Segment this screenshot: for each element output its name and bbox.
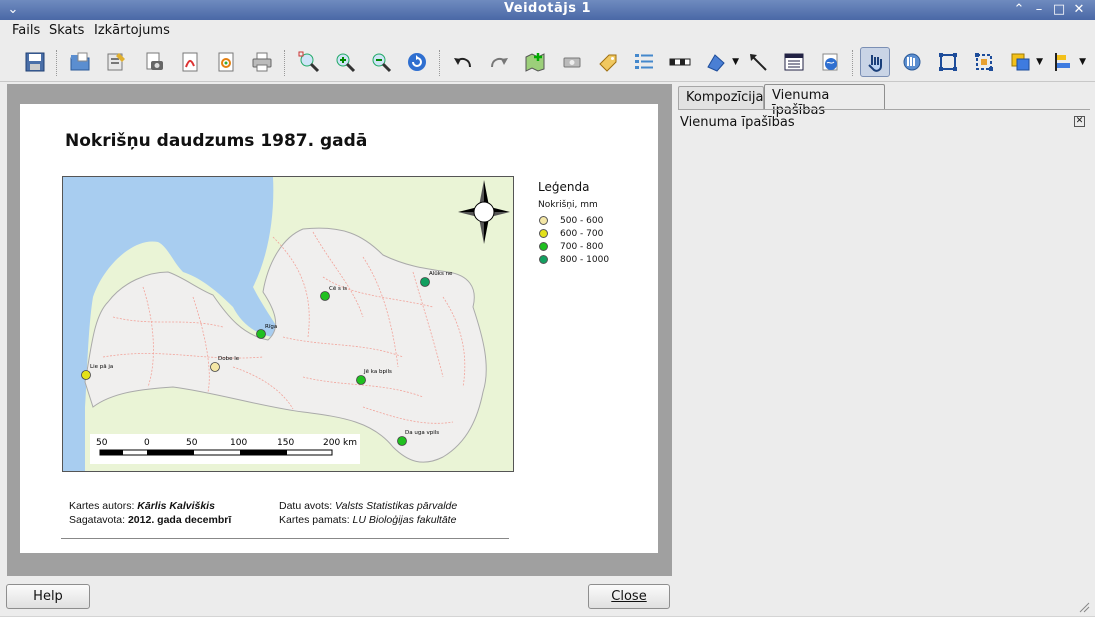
scale-tick: 100 bbox=[230, 438, 247, 448]
menu-view[interactable]: Skats bbox=[49, 23, 84, 38]
map-item[interactable]: 50 0 50 100 150 200 km Lie pā ja Dobe le… bbox=[62, 176, 514, 472]
legend-item: 500 - 600 bbox=[538, 214, 609, 227]
scale-tick: 50 bbox=[186, 438, 198, 448]
credits-right[interactable]: Datu avots: Valsts Statistikas pārvalde … bbox=[279, 499, 457, 527]
station-label: Da uga vpils bbox=[405, 430, 439, 436]
map-canvas: 50 0 50 100 150 200 km Lie pā jaDobe leR… bbox=[63, 177, 510, 471]
save-icon[interactable] bbox=[20, 47, 50, 77]
print-icon[interactable] bbox=[247, 47, 277, 77]
zoom-out-icon[interactable] bbox=[366, 47, 396, 77]
legend-item: 600 - 700 bbox=[538, 227, 609, 240]
author-label: Kartes autors: bbox=[69, 500, 135, 512]
raise-icon[interactable]: ▼ bbox=[1005, 47, 1043, 77]
menu-bar: Fails Skats Izkārtojums bbox=[0, 20, 1095, 42]
source-label: Datu avots: bbox=[279, 500, 333, 512]
base-value: LU Bioloģijas fakultāte bbox=[352, 514, 457, 526]
button-bar: Help Close bbox=[0, 577, 1095, 616]
redo-icon[interactable] bbox=[484, 47, 514, 77]
station-marker bbox=[256, 329, 266, 339]
toolbar: ▼ ▼ ▼ bbox=[0, 42, 1095, 82]
station-marker bbox=[320, 291, 330, 301]
minimize-icon[interactable]: – bbox=[1030, 2, 1048, 18]
station-marker bbox=[210, 362, 220, 372]
station-marker bbox=[397, 436, 407, 446]
properties-panel: Kompozīcija Vienuma īpašības Vienuma īpa… bbox=[677, 84, 1091, 576]
add-html-icon[interactable] bbox=[815, 47, 845, 77]
station-marker bbox=[420, 277, 430, 287]
ungroup-icon[interactable] bbox=[969, 47, 999, 77]
title-bar[interactable]: ⌄ Veidotājs 1 ⌃ – □ ✕ bbox=[0, 0, 1095, 20]
close-button[interactable]: Close bbox=[588, 584, 670, 609]
help-button[interactable]: Help bbox=[6, 584, 90, 609]
dock-title: Vienuma īpašības bbox=[680, 115, 795, 130]
station-label: Rīga bbox=[265, 324, 277, 330]
latvia-area bbox=[84, 227, 487, 463]
resize-grip-icon[interactable] bbox=[1078, 601, 1090, 613]
station-label: Alūks ne bbox=[429, 271, 453, 277]
legend-item: 700 - 800 bbox=[538, 240, 609, 253]
scale-tick: 50 bbox=[96, 438, 108, 448]
add-legend-icon[interactable] bbox=[629, 47, 659, 77]
window-title: Veidotājs 1 bbox=[503, 1, 592, 16]
add-table-icon[interactable] bbox=[779, 47, 809, 77]
shade-icon[interactable]: ⌃ bbox=[1010, 2, 1028, 18]
group-icon[interactable] bbox=[933, 47, 963, 77]
add-scalebar-icon[interactable] bbox=[665, 47, 695, 77]
tab-item-properties[interactable]: Vienuma īpašības bbox=[764, 84, 885, 118]
menu-layout[interactable]: Izkārtojums bbox=[94, 23, 170, 38]
add-map-icon[interactable] bbox=[520, 47, 550, 77]
export-svg-icon[interactable] bbox=[211, 47, 241, 77]
station-label: Cē s is bbox=[329, 286, 347, 292]
add-label-icon[interactable] bbox=[593, 47, 623, 77]
menu-file[interactable]: Fails bbox=[12, 23, 40, 38]
dock-close-icon[interactable]: ✕ bbox=[1074, 116, 1085, 127]
undo-icon[interactable] bbox=[448, 47, 478, 77]
scale-tick: 150 bbox=[277, 438, 294, 448]
prepared-label: Sagatavota: bbox=[69, 514, 126, 526]
paper[interactable]: Nokrišņu daudzums 1987. gadā 50 0 50 100… bbox=[20, 104, 658, 553]
save-template-icon[interactable] bbox=[101, 47, 131, 77]
export-image-icon[interactable] bbox=[139, 47, 169, 77]
refresh-icon[interactable] bbox=[402, 47, 432, 77]
align-icon[interactable]: ▼ bbox=[1048, 47, 1086, 77]
tab-composition[interactable]: Kompozīcija bbox=[678, 86, 764, 110]
legend-subtitle: Nokrišņi, mm bbox=[538, 200, 598, 210]
select-move-icon[interactable] bbox=[860, 47, 890, 77]
composer-window: ⌄ Veidotājs 1 ⌃ – □ ✕ Fails Skats Izkārt… bbox=[0, 0, 1095, 616]
divider-line bbox=[61, 538, 509, 539]
export-pdf-icon[interactable] bbox=[175, 47, 205, 77]
legend-title: Leģenda bbox=[538, 180, 590, 194]
station-marker bbox=[81, 370, 91, 380]
scale-tick: 0 bbox=[144, 438, 150, 448]
author-name: Kārlis Kalviškis bbox=[137, 500, 215, 512]
add-image-icon[interactable] bbox=[557, 47, 587, 77]
station-marker bbox=[356, 375, 366, 385]
station-label: Lie pā ja bbox=[90, 364, 113, 370]
source-value: Valsts Statistikas pārvalde bbox=[335, 500, 458, 512]
north-arrow-icon bbox=[458, 180, 510, 244]
base-label: Kartes pamats: bbox=[279, 514, 350, 526]
station-label: Dobe le bbox=[218, 356, 240, 362]
zoom-in-icon[interactable] bbox=[330, 47, 360, 77]
open-template-icon[interactable] bbox=[65, 47, 95, 77]
scale-bar bbox=[90, 434, 360, 464]
legend-item: 800 - 1000 bbox=[538, 253, 609, 266]
composition-canvas[interactable]: Nokrišņu daudzums 1987. gadā 50 0 50 100… bbox=[7, 84, 672, 576]
station-label: Jē ka bpils bbox=[363, 369, 392, 375]
map-title[interactable]: Nokrišņu daudzums 1987. gadā bbox=[65, 131, 367, 151]
add-arrow-icon[interactable] bbox=[743, 47, 773, 77]
legend[interactable]: Leģenda Nokrišņi, mm 500 - 600 600 - 700… bbox=[538, 180, 609, 266]
credits-left[interactable]: Kartes autors: Kārlis Kalviškis Sagatavo… bbox=[69, 499, 231, 527]
move-content-icon[interactable] bbox=[896, 47, 926, 77]
zoom-full-icon[interactable] bbox=[294, 47, 324, 77]
maximize-icon[interactable]: □ bbox=[1050, 2, 1068, 18]
prepared-date: 2012. gada decembrī bbox=[127, 514, 232, 526]
add-shape-icon[interactable]: ▼ bbox=[701, 47, 739, 77]
close-window-icon[interactable]: ✕ bbox=[1070, 2, 1088, 18]
scale-tick: 200 km bbox=[323, 438, 357, 448]
